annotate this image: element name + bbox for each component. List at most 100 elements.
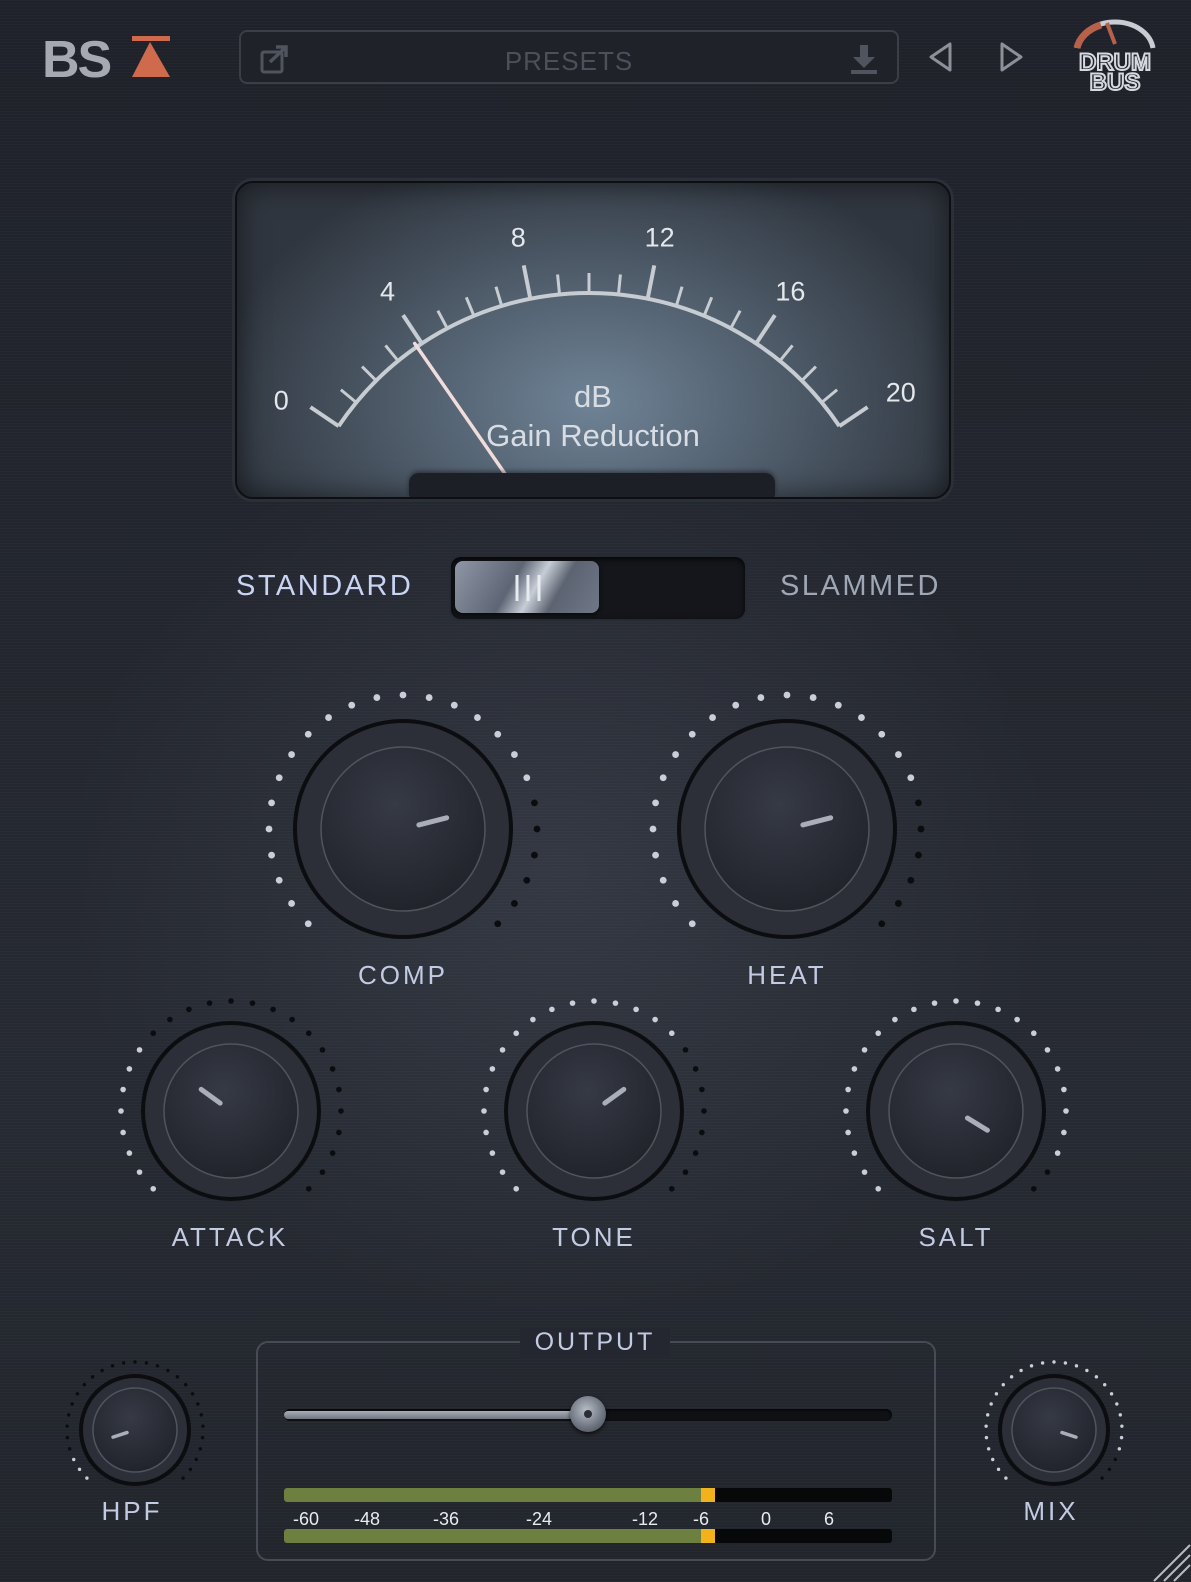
next-preset-icon[interactable] <box>996 40 1026 74</box>
knob-scale-dot <box>249 1000 256 1006</box>
knob-scale-dot <box>288 900 295 907</box>
knob-scale-dot <box>569 1000 576 1006</box>
knob-scale-dot <box>1117 1447 1122 1451</box>
brand-logo[interactable]: BS <box>42 28 174 84</box>
output-level-meter-left <box>284 1488 892 1502</box>
knob-scale-dot <box>110 1364 115 1368</box>
knob-scale-dot <box>851 1150 858 1156</box>
gain-reduction-meter: dB Gain Reduction 0 4 8 12 16 20 <box>235 181 951 499</box>
knob-scale-dot <box>499 1169 506 1175</box>
knob-scale-dot <box>986 1413 990 1417</box>
resize-handle-icon[interactable] <box>1150 1540 1191 1582</box>
knob-scale-dot <box>984 1424 988 1428</box>
knob-scale-dot <box>1063 1108 1069 1114</box>
knob-scale-dot <box>305 1030 312 1037</box>
presets-label[interactable]: PRESETS <box>241 46 897 77</box>
meter-major-tick <box>645 265 657 300</box>
knob-scale-dot <box>843 1108 849 1114</box>
knob-scale-dot <box>121 1361 126 1365</box>
hpf-knob[interactable] <box>60 1355 210 1505</box>
knob-scale-dot <box>1029 1364 1034 1368</box>
meter-minor-tick <box>436 309 449 330</box>
svg-text:BS: BS <box>42 31 111 84</box>
grip-icon <box>515 575 541 601</box>
knob-scale-dot <box>1120 1424 1124 1428</box>
knob-scale-dot <box>336 1129 342 1136</box>
level-scale-label: -48 <box>353 1509 381 1529</box>
knob-scale-dot <box>699 1086 705 1093</box>
knob-scale-dot <box>184 1382 188 1387</box>
output-slider-thumb[interactable] <box>570 1396 606 1432</box>
knob-scale-dot <box>688 730 696 738</box>
knob-scale-dot <box>265 825 273 833</box>
knob-scale-dot <box>895 900 902 907</box>
knob-scale-dot <box>136 1047 143 1053</box>
knob-scale-dot <box>196 1402 200 1406</box>
level-fill-right <box>284 1529 701 1543</box>
comp-knob[interactable] <box>258 684 548 974</box>
knob-scale-dot <box>1074 1364 1079 1368</box>
heat-label: HEAT <box>747 960 827 990</box>
download-icon[interactable] <box>849 43 879 75</box>
mode-standard-label[interactable]: STANDARD <box>236 570 413 603</box>
tone-knob[interactable] <box>476 993 712 1229</box>
knob-scale-dot <box>659 876 667 884</box>
knob-scale-dot <box>531 799 538 807</box>
meter-minor-tick <box>674 286 684 307</box>
knob-scale-dot <box>275 876 283 884</box>
knob-scale-dot <box>325 714 332 721</box>
mode-toggle-thumb[interactable] <box>455 561 599 613</box>
mix-knob[interactable] <box>979 1355 1129 1505</box>
knob-scale-dot <box>974 1000 981 1006</box>
knob-scale-dot <box>144 1361 149 1365</box>
knob-scale-dot <box>1109 1392 1114 1396</box>
meter-major-tick <box>401 314 424 345</box>
svg-text:BUS: BUS <box>1090 69 1141 92</box>
attack-label: ATTACK <box>171 1222 289 1252</box>
knob-scale-dot <box>65 1424 69 1428</box>
meter-caption: Gain Reduction <box>486 418 700 453</box>
salt-knob[interactable] <box>838 993 1074 1229</box>
knob-cap <box>526 1043 662 1179</box>
drum-bus-plugin-window: BS PRESETS DRUM BUS dB Gain Reduction 0 … <box>0 0 1191 1582</box>
knob-scale-dot <box>268 799 275 807</box>
presets-bar[interactable]: PRESETS <box>239 30 899 84</box>
previous-preset-icon[interactable] <box>926 40 956 74</box>
meter-minor-tick <box>494 286 504 307</box>
knob-scale-dot <box>1004 1476 1008 1480</box>
knob-scale-dot <box>845 1086 851 1093</box>
knob-scale-dot <box>1054 1150 1061 1156</box>
knob-scale-dot <box>513 1030 520 1037</box>
knob-scale-dot <box>155 1364 160 1368</box>
knob-scale-dot <box>1063 1361 1068 1365</box>
meter-minor-tick <box>616 274 622 295</box>
heat-knob[interactable] <box>642 684 932 974</box>
knob-scale-dot <box>483 1129 489 1136</box>
meter-scale-label: 0 <box>273 385 289 416</box>
knob-cap <box>320 746 486 912</box>
meter-major-tick <box>521 265 533 300</box>
knob-scale-dot <box>699 1129 705 1136</box>
knob-scale-dot <box>474 714 481 721</box>
attack-knob[interactable] <box>113 993 349 1229</box>
knob-scale-dot <box>1115 1402 1119 1406</box>
mode-slammed-label[interactable]: SLAMMED <box>780 570 941 603</box>
mode-toggle-switch[interactable] <box>451 557 745 619</box>
knob-scale-dot <box>100 1368 104 1373</box>
level-peak-right <box>701 1529 715 1543</box>
knob-scale-dot <box>329 1066 336 1072</box>
knob-scale-dot <box>167 1016 173 1023</box>
output-slider-fill <box>284 1411 588 1419</box>
knob-scale-dot <box>549 1006 555 1013</box>
knob-cap <box>888 1043 1024 1179</box>
meter-scale-label: 4 <box>380 276 396 307</box>
knob-scale-dot <box>672 751 679 758</box>
knob-scale-dot <box>228 998 234 1004</box>
knob-scale-dot <box>1040 1361 1045 1365</box>
knob-scale-dot <box>861 1047 868 1053</box>
knob-scale-dot <box>1100 1476 1104 1480</box>
level-fill-left <box>284 1488 701 1502</box>
knob-scale-dot <box>175 1375 180 1379</box>
knob-scale-dot <box>450 701 458 709</box>
knob-scale-dot <box>991 1457 995 1462</box>
